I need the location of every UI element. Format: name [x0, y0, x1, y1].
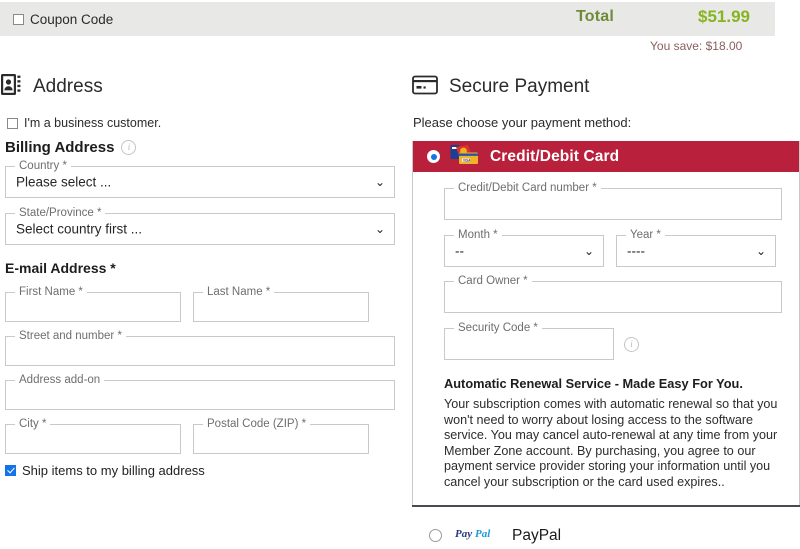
card-number-label: Credit/Debit Card number * — [454, 182, 601, 194]
address-book-icon — [0, 73, 22, 101]
credit-card-form: Credit/Debit Card number * Month * -- ⌄ … — [413, 172, 799, 505]
business-customer-checkbox[interactable] — [7, 117, 18, 129]
expiry-row: Month * -- ⌄ Year * ---- ⌄ — [444, 229, 782, 267]
chevron-down-icon: ⌄ — [374, 222, 385, 236]
card-number-input[interactable]: Credit/Debit Card number * — [444, 182, 782, 220]
expiry-month-value: -- — [455, 243, 464, 259]
country-select[interactable]: Country * Please select ... ⌄ — [5, 160, 395, 198]
state-label: State/Province * — [15, 207, 106, 219]
svg-text:Pay: Pay — [455, 528, 472, 540]
chevron-down-icon: ⌄ — [583, 244, 594, 258]
expiry-year-select[interactable]: Year * ---- ⌄ — [616, 229, 776, 267]
credit-card-method-header[interactable]: VISA Credit/Debit Card — [413, 141, 799, 172]
choose-payment-text: Please choose your payment method: — [413, 115, 632, 130]
chevron-down-icon: ⌄ — [755, 244, 766, 258]
city-label: City * — [15, 418, 51, 430]
security-code-row: Security Code * i — [444, 322, 782, 360]
expiry-year-label: Year * — [626, 229, 665, 241]
credit-card-radio[interactable] — [427, 150, 440, 163]
ship-to-billing-checkbox[interactable] — [5, 465, 16, 476]
paypal-method-row[interactable]: Pay Pal PayPal — [429, 523, 800, 549]
payment-section: Secure Payment Please choose your paymen… — [412, 72, 800, 549]
street-input[interactable]: Street and number * — [5, 330, 395, 366]
name-row: First Name * Last Name * — [5, 286, 395, 322]
card-stack-icon: VISA — [450, 144, 480, 170]
billing-address-heading: Billing Address — [5, 139, 115, 156]
country-value: Please select ... — [16, 174, 112, 190]
address-heading-row: Address — [0, 72, 400, 102]
last-name-input[interactable]: Last Name * — [193, 286, 369, 322]
total-value: $51.99 — [698, 7, 750, 26]
bottom-divider — [412, 505, 800, 507]
expiry-year-value: ---- — [627, 243, 645, 259]
street-label: Street and number * — [15, 330, 126, 342]
coupon-total-bar: Coupon Code — [0, 2, 775, 36]
total-label: Total — [576, 8, 615, 25]
coupon-code-toggle[interactable]: Coupon Code — [13, 12, 113, 27]
address-addon-input[interactable]: Address add-on — [5, 374, 395, 410]
email-address-heading: E-mail Address * — [5, 260, 116, 276]
renewal-text: Your subscription comes with automatic r… — [444, 397, 778, 489]
billing-address-heading-row: Billing Address i — [5, 139, 400, 156]
state-select[interactable]: State/Province * Select country first ..… — [5, 207, 395, 245]
security-code-label: Security Code * — [454, 322, 542, 334]
city-input[interactable]: City * — [5, 418, 181, 454]
credit-card-method-label: Credit/Debit Card — [490, 147, 620, 165]
svg-text:VISA: VISA — [463, 158, 471, 162]
paypal-method-label: PayPal — [512, 526, 562, 544]
address-heading: Address — [33, 76, 103, 97]
paypal-radio[interactable] — [429, 529, 442, 543]
ship-to-billing-toggle[interactable]: Ship items to my billing address — [5, 463, 400, 478]
first-name-input[interactable]: First Name * — [5, 286, 181, 322]
card-owner-label: Card Owner * — [454, 275, 532, 287]
address-addon-label: Address add-on — [15, 374, 105, 386]
info-icon[interactable]: i — [624, 336, 639, 352]
coupon-code-label: Coupon Code — [30, 11, 114, 27]
city-zip-row: City * Postal Code (ZIP) * — [5, 418, 395, 454]
payment-heading: Secure Payment — [449, 76, 590, 97]
expiry-month-select[interactable]: Month * -- ⌄ — [444, 229, 604, 267]
address-section: Address I'm a business customer. Billing… — [0, 72, 400, 478]
country-label: Country * — [15, 160, 71, 172]
security-code-input[interactable]: Security Code * — [444, 322, 614, 360]
credit-card-icon — [412, 75, 438, 100]
paypal-logo-icon: Pay Pal — [455, 527, 499, 545]
you-save-text: You save: $18.00 — [650, 39, 743, 53]
state-value: Select country first ... — [16, 221, 143, 237]
renewal-title: Automatic Renewal Service - Made Easy Fo… — [444, 376, 743, 391]
business-customer-label: I'm a business customer. — [24, 116, 162, 130]
expiry-month-label: Month * — [454, 229, 502, 241]
svg-text:Pal: Pal — [475, 528, 491, 540]
card-owner-input[interactable]: Card Owner * — [444, 275, 782, 313]
credit-card-panel: VISA Credit/Debit Card Credit/Debit Card… — [412, 141, 800, 506]
ship-to-billing-label: Ship items to my billing address — [22, 463, 205, 478]
business-customer-toggle[interactable]: I'm a business customer. — [7, 116, 400, 130]
coupon-code-checkbox[interactable] — [13, 13, 24, 25]
postal-code-input[interactable]: Postal Code (ZIP) * — [193, 418, 369, 454]
postal-code-label: Postal Code (ZIP) * — [203, 418, 311, 430]
info-icon[interactable]: i — [121, 140, 137, 155]
first-name-label: First Name * — [15, 286, 87, 298]
chevron-down-icon: ⌄ — [374, 175, 385, 189]
last-name-label: Last Name * — [203, 286, 275, 298]
payment-heading-row: Secure Payment — [412, 72, 800, 102]
